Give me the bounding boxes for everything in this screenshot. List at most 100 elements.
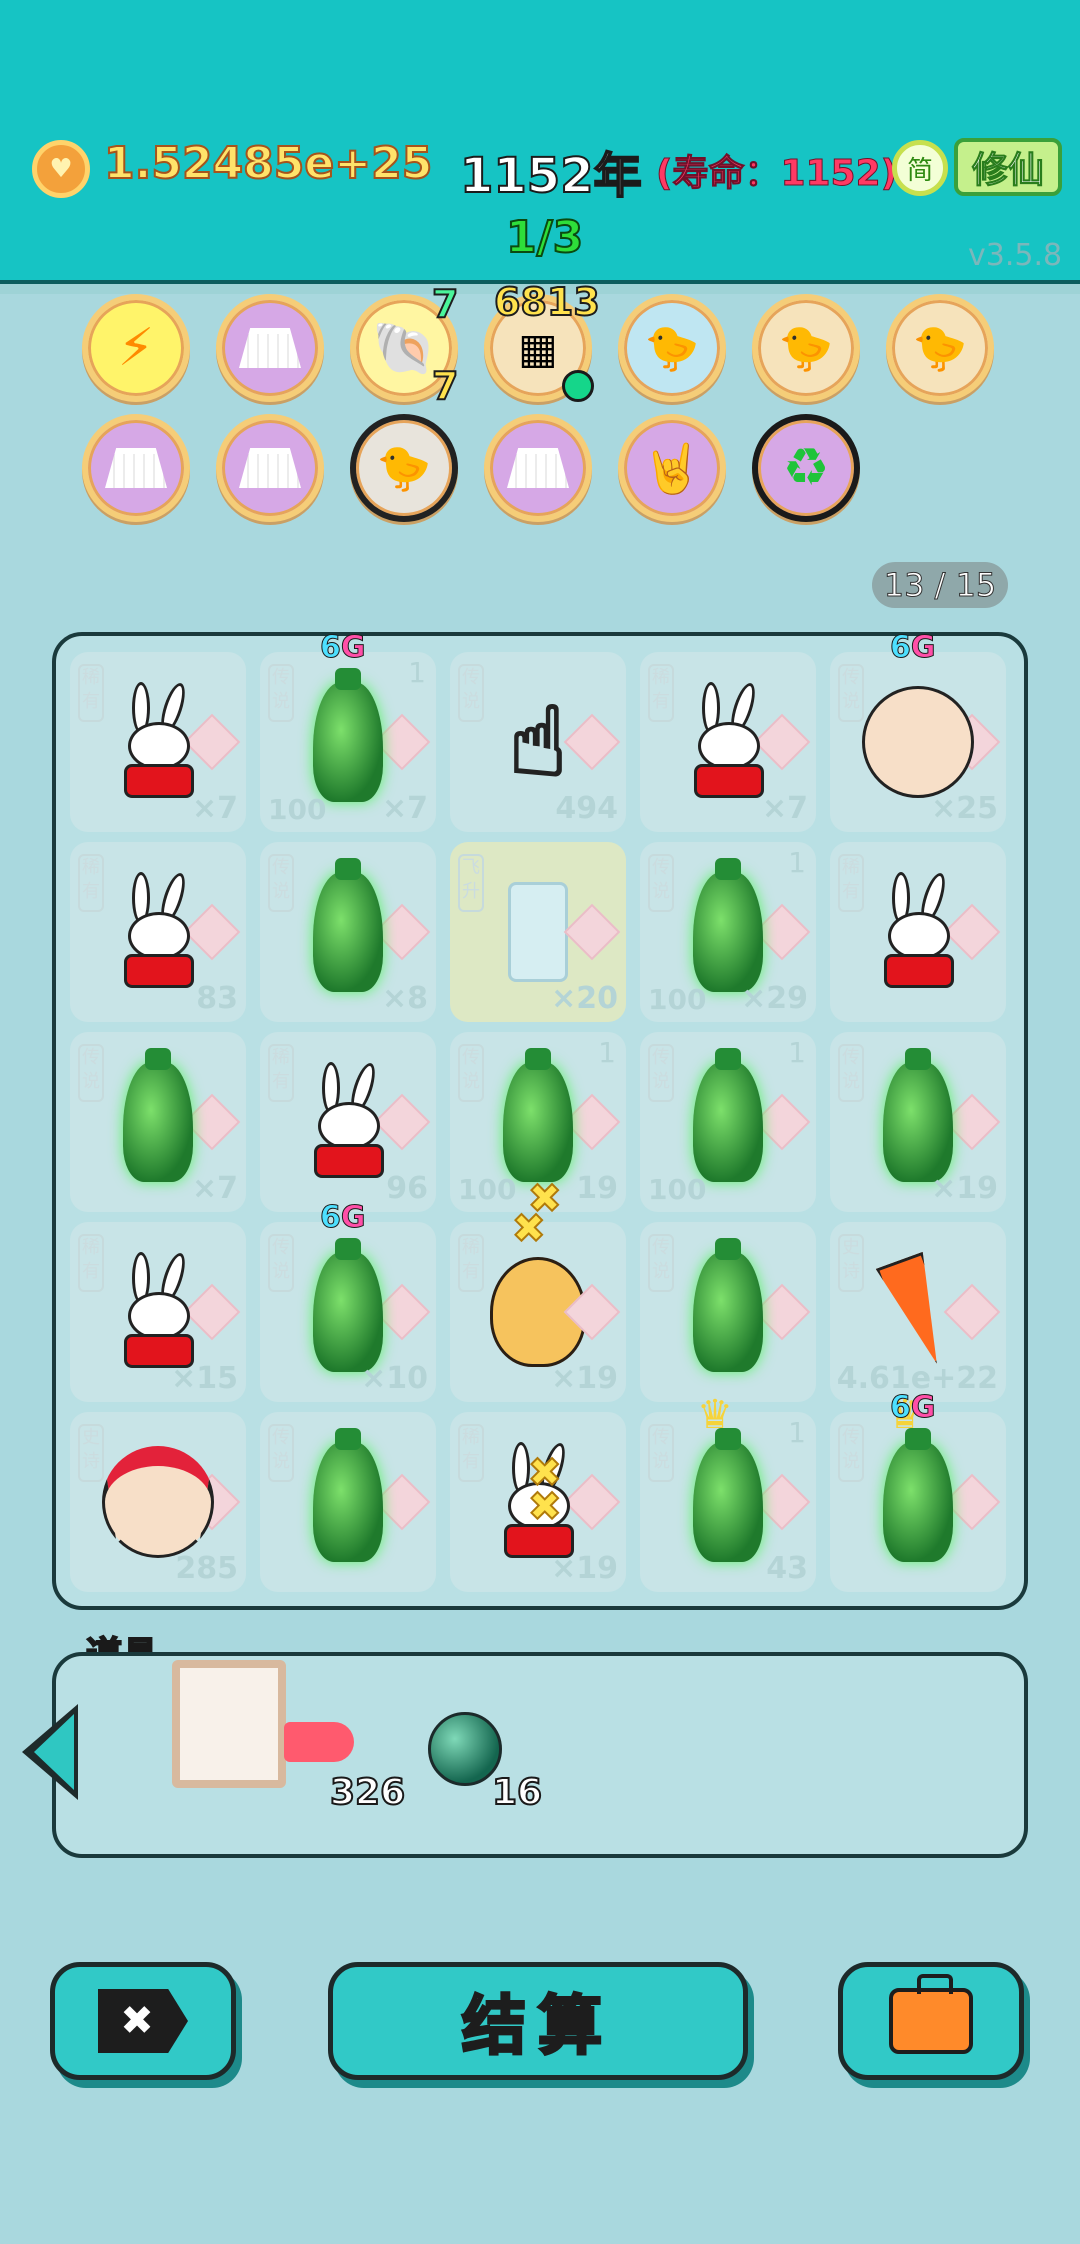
rock-hand-icon: 🤘: [642, 440, 702, 497]
board-cell[interactable]: 传说 ×8: [260, 842, 436, 1022]
board-cell[interactable]: 传说 100 1: [640, 1032, 816, 1212]
board-cell[interactable]: 稀有 ×7: [640, 652, 816, 832]
shell-icon: 🐚: [371, 318, 437, 379]
grade-suffix: G: [340, 1200, 366, 1236]
item-quantity: ×19: [551, 1361, 618, 1396]
item-quantity: ×8: [381, 981, 428, 1016]
chevron-left-icon[interactable]: [22, 1704, 78, 1800]
rarity-tag: 传说: [458, 1044, 484, 1102]
rarity-tag: 稀有: [78, 1234, 104, 1292]
rarity-tag: 飞升: [458, 854, 484, 912]
item-quantity: 96: [386, 1171, 428, 1206]
fortune-icon: [563, 903, 621, 961]
syringe-chick-skill[interactable]: 🐤: [618, 294, 726, 402]
top-header: ♥ 1.52485e+25 1152年 (寿命：1152) 简 修仙 1/3 v…: [0, 0, 1080, 294]
board-cell[interactable]: 传说 ×29 100 1: [640, 842, 816, 1022]
skirt-skill[interactable]: [216, 294, 324, 402]
board-cell[interactable]: 飞升 ×20: [450, 842, 626, 1022]
board-cell[interactable]: 传说: [640, 1222, 816, 1402]
board-cell[interactable]: 传说 ×25 6G: [830, 630, 1006, 832]
item-count: 326: [329, 1771, 406, 1814]
item-quantity: ×19: [931, 1171, 998, 1206]
rarity-tag: 稀有: [838, 854, 864, 912]
board-cell[interactable]: 传说 ♛ 43 1: [640, 1392, 816, 1592]
rarity-tag: 稀有: [268, 1044, 294, 1102]
chick-egg-icon: 🐤: [778, 323, 834, 374]
skirt-icon: [507, 448, 569, 488]
chick-egg-skill[interactable]: 🐤: [886, 294, 994, 402]
vase-icon: [123, 1048, 193, 1182]
simplified-toggle-button[interactable]: 简: [892, 140, 948, 196]
rarity-tag: 传说: [838, 1424, 864, 1482]
skirt-skill[interactable]: [82, 414, 190, 522]
board-cell[interactable]: 传说 ×19: [830, 1032, 1006, 1212]
stage-indicator: 1/3: [505, 211, 584, 264]
grade-suffix: G: [340, 630, 366, 666]
year-counter: 1152年: [459, 147, 643, 205]
rock-hand-skill[interactable]: 🤘: [618, 414, 726, 522]
skirt-skill[interactable]: [484, 414, 592, 522]
board-cell[interactable]: 稀有 96: [260, 1032, 436, 1212]
rarity-tag: 稀有: [458, 1234, 484, 1292]
grade-badge: 6G: [320, 630, 366, 666]
rarity-tag: 传说: [648, 1424, 674, 1482]
rabbit-icon: [118, 1250, 198, 1372]
skirt-skill[interactable]: [216, 414, 324, 522]
egg-tray-icon: ▦: [518, 323, 558, 373]
item-quantity: 494: [555, 791, 618, 826]
board-cell[interactable]: 稀有: [830, 842, 1006, 1022]
board-cell[interactable]: 传说 ×7: [70, 1032, 246, 1212]
egg-tray-count: 6813: [493, 279, 601, 325]
rarity-tag: 史诗: [78, 1424, 104, 1482]
board-cell[interactable]: 传说 ×10 6G: [260, 1200, 436, 1402]
recycle-icon: ♻: [782, 438, 830, 498]
close-icon: ✖: [98, 1989, 188, 2053]
rabbit-icon: [878, 870, 958, 992]
mode-button[interactable]: 修仙: [954, 138, 1062, 196]
lightning-icon: ⚡: [117, 318, 155, 378]
pointer-hand-icon: ☝: [507, 685, 568, 800]
skirt-icon: [239, 448, 301, 488]
board-cell[interactable]: 稀有 83: [70, 842, 246, 1022]
skirt-icon: [239, 328, 301, 368]
bag-button[interactable]: [838, 1962, 1024, 2080]
item-quantity: ×29: [741, 981, 808, 1016]
chick-egg-skill[interactable]: 🐤: [350, 414, 458, 522]
board-cell[interactable]: 传说 ♛ 6G: [830, 1390, 1006, 1592]
chick-egg-icon: 🐤: [376, 443, 432, 494]
boy-face-icon: [102, 1446, 214, 1558]
jade-orb-icon[interactable]: [428, 1712, 502, 1786]
chick-egg-icon: 🐤: [912, 323, 968, 374]
lightning-skill[interactable]: ⚡: [82, 294, 190, 402]
rarity-tag: 传说: [838, 664, 864, 722]
lipstick-icon: [284, 1722, 354, 1762]
item-level: 100: [648, 1173, 707, 1206]
corner-count: 1: [788, 1036, 806, 1069]
board-cell[interactable]: 史诗 4.61e+22: [830, 1222, 1006, 1402]
chick-egg-skill[interactable]: 🐤: [752, 294, 860, 402]
recycle-skill[interactable]: ♻: [752, 414, 860, 522]
rarity-tag: 稀有: [78, 664, 104, 722]
shell-top-count: 7: [431, 281, 459, 327]
item-quantity: ×15: [171, 1361, 238, 1396]
item-quantity: 83: [196, 981, 238, 1016]
board-cell[interactable]: 传说 ×7 100 1 6G: [260, 630, 436, 832]
board-cell[interactable]: 传说 ☝ 494: [450, 652, 626, 832]
board-cell[interactable]: 稀有 ×15: [70, 1222, 246, 1402]
corner-count: 1: [788, 846, 806, 879]
board-cell[interactable]: 传说: [260, 1412, 436, 1592]
item-quantity: ×7: [191, 1171, 238, 1206]
settle-button[interactable]: 结算: [328, 1962, 748, 2080]
shell-bottom-count: 7: [431, 363, 459, 409]
item-quantity: ×10: [361, 1361, 428, 1396]
rabbit-icon: [308, 1060, 388, 1182]
board-cell[interactable]: 稀有 ×7: [70, 652, 246, 832]
item-level: 100: [648, 983, 707, 1016]
rarity-tag: 传说: [648, 1044, 674, 1102]
frame-icon[interactable]: [172, 1660, 286, 1788]
coin-icon: ♥: [32, 140, 90, 198]
close-button[interactable]: ✖: [50, 1962, 236, 2080]
old-man-face-icon: [862, 686, 974, 798]
board-cell[interactable]: 史诗 285: [70, 1412, 246, 1592]
vase-icon: [503, 1048, 573, 1182]
